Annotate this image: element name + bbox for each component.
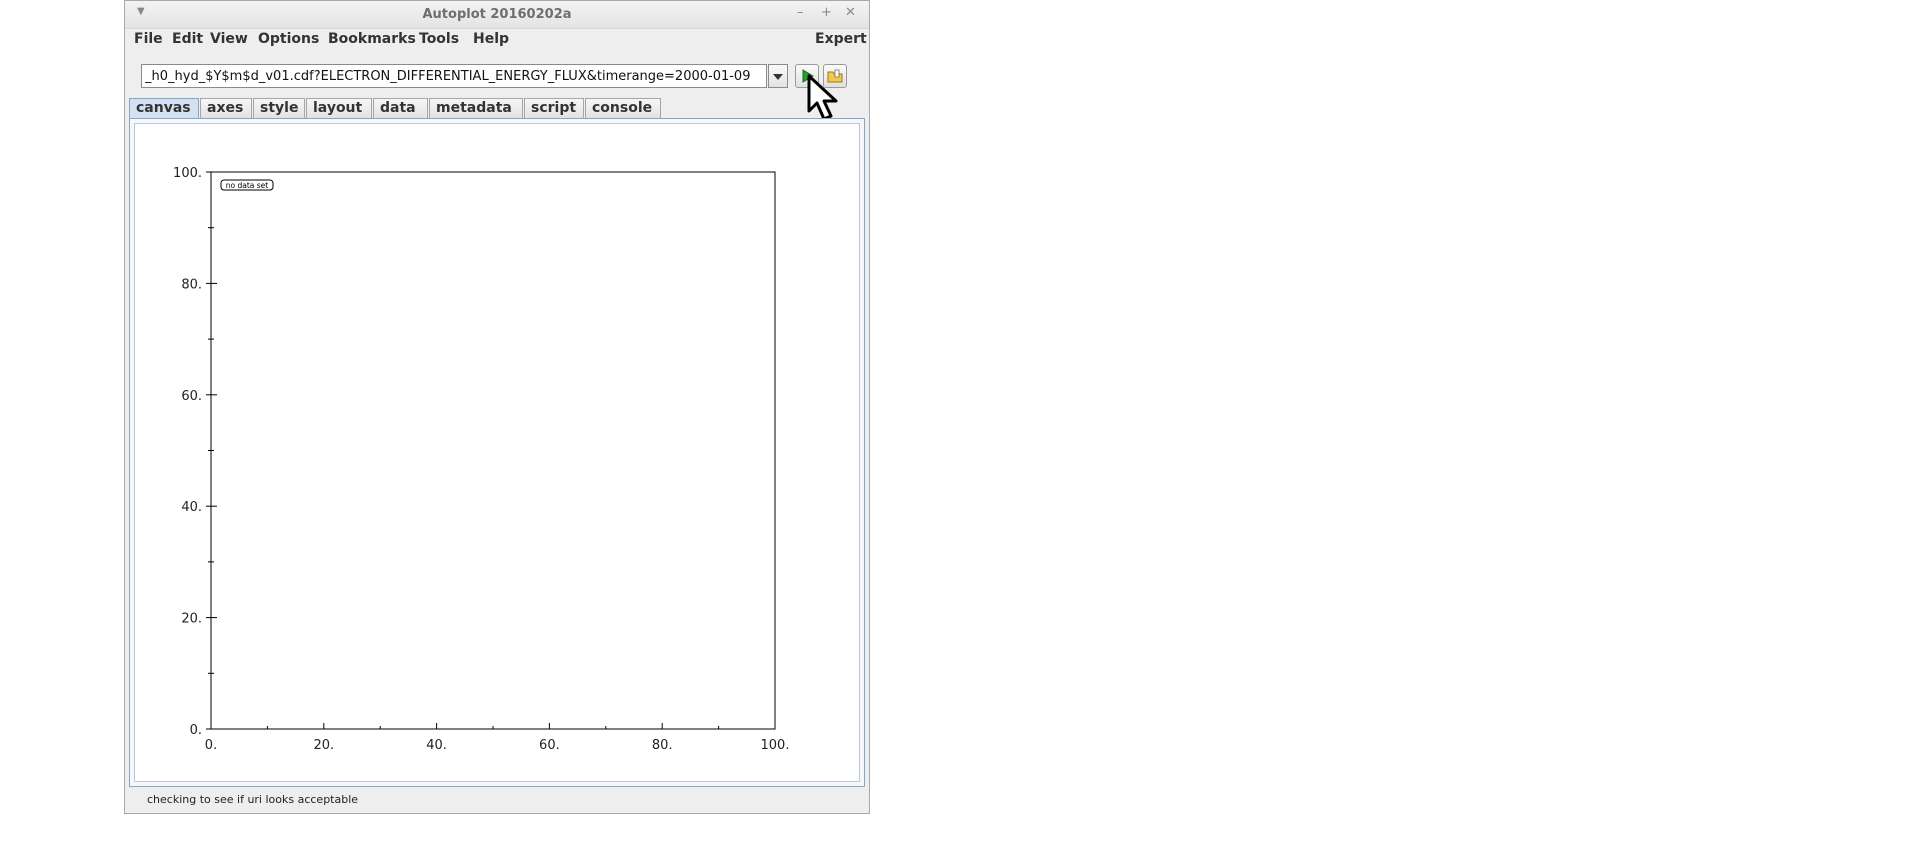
y-tick-label: 20.: [181, 612, 202, 627]
maximize-icon[interactable]: +: [821, 5, 832, 20]
plot-area[interactable]: 0. 20. 40. 60. 80. 100. 0. 20. 40. 60. 80. 100. no…: [135, 124, 859, 781]
y-tick-label: 100.: [173, 166, 202, 181]
y-tick-label: 40.: [181, 500, 202, 515]
y-axis: 0. 20. 40. 60. 80. 100.: [173, 166, 217, 738]
x-tick-label: 0.: [205, 738, 217, 753]
tab-script[interactable]: script: [524, 98, 584, 118]
menu-help[interactable]: Help: [473, 31, 509, 47]
menu-tools[interactable]: Tools: [419, 31, 459, 47]
autoplot-window: ▼ Autoplot 20160202a – + ✕ File Edit Vie…: [124, 0, 870, 814]
tab-metadata[interactable]: metadata: [429, 98, 523, 118]
menu-file[interactable]: File: [134, 31, 163, 47]
status-message: checking to see if uri looks acceptable: [147, 793, 359, 806]
minimize-icon[interactable]: –: [797, 5, 804, 20]
menu-expert[interactable]: Expert: [815, 31, 867, 47]
y-tick-label: 60.: [181, 389, 202, 404]
tab-layout[interactable]: layout: [306, 98, 372, 118]
window-title: Autoplot 20160202a: [422, 7, 572, 22]
y-tick-label: 80.: [181, 277, 202, 292]
uri-dropdown-button[interactable]: [768, 64, 788, 88]
x-axis: 0. 20. 40. 60. 80. 100.: [205, 723, 790, 753]
plot-frame: [210, 171, 776, 730]
menu-view[interactable]: View: [210, 31, 248, 47]
legend: no data set: [220, 179, 274, 191]
uri-input[interactable]: [142, 65, 766, 87]
x-tick-label: 20.: [313, 738, 334, 753]
tab-canvas[interactable]: canvas: [129, 98, 199, 119]
tab-console[interactable]: console: [585, 98, 661, 118]
uri-combo: [141, 64, 767, 88]
legend-label: no data set: [226, 181, 269, 190]
tab-axes[interactable]: axes: [200, 98, 252, 118]
menu-bookmarks[interactable]: Bookmarks: [328, 31, 416, 47]
tab-style[interactable]: style: [253, 98, 305, 118]
menu-options[interactable]: Options: [258, 31, 319, 47]
tab-data[interactable]: data: [373, 98, 428, 118]
chevron-down-icon: [773, 74, 783, 80]
title-bar[interactable]: ▼ Autoplot 20160202a – + ✕: [125, 1, 869, 29]
menu-edit[interactable]: Edit: [172, 31, 203, 47]
x-tick-label: 40.: [426, 738, 447, 753]
y-tick-label: 0.: [190, 723, 202, 738]
canvas-panel: 0. 20. 40. 60. 80. 100. 0. 20. 40. 60. 80. 100. no…: [129, 118, 865, 787]
close-icon[interactable]: ✕: [845, 5, 856, 20]
x-tick-label: 100.: [761, 738, 790, 753]
x-tick-label: 60.: [539, 738, 560, 753]
menu-bar: File Edit View Options Bookmarks Tools H…: [125, 28, 869, 52]
x-tick-label: 80.: [652, 738, 673, 753]
plot-canvas[interactable]: 0. 20. 40. 60. 80. 100. 0. 20. 40. 60. 80. 100. no…: [134, 123, 860, 782]
